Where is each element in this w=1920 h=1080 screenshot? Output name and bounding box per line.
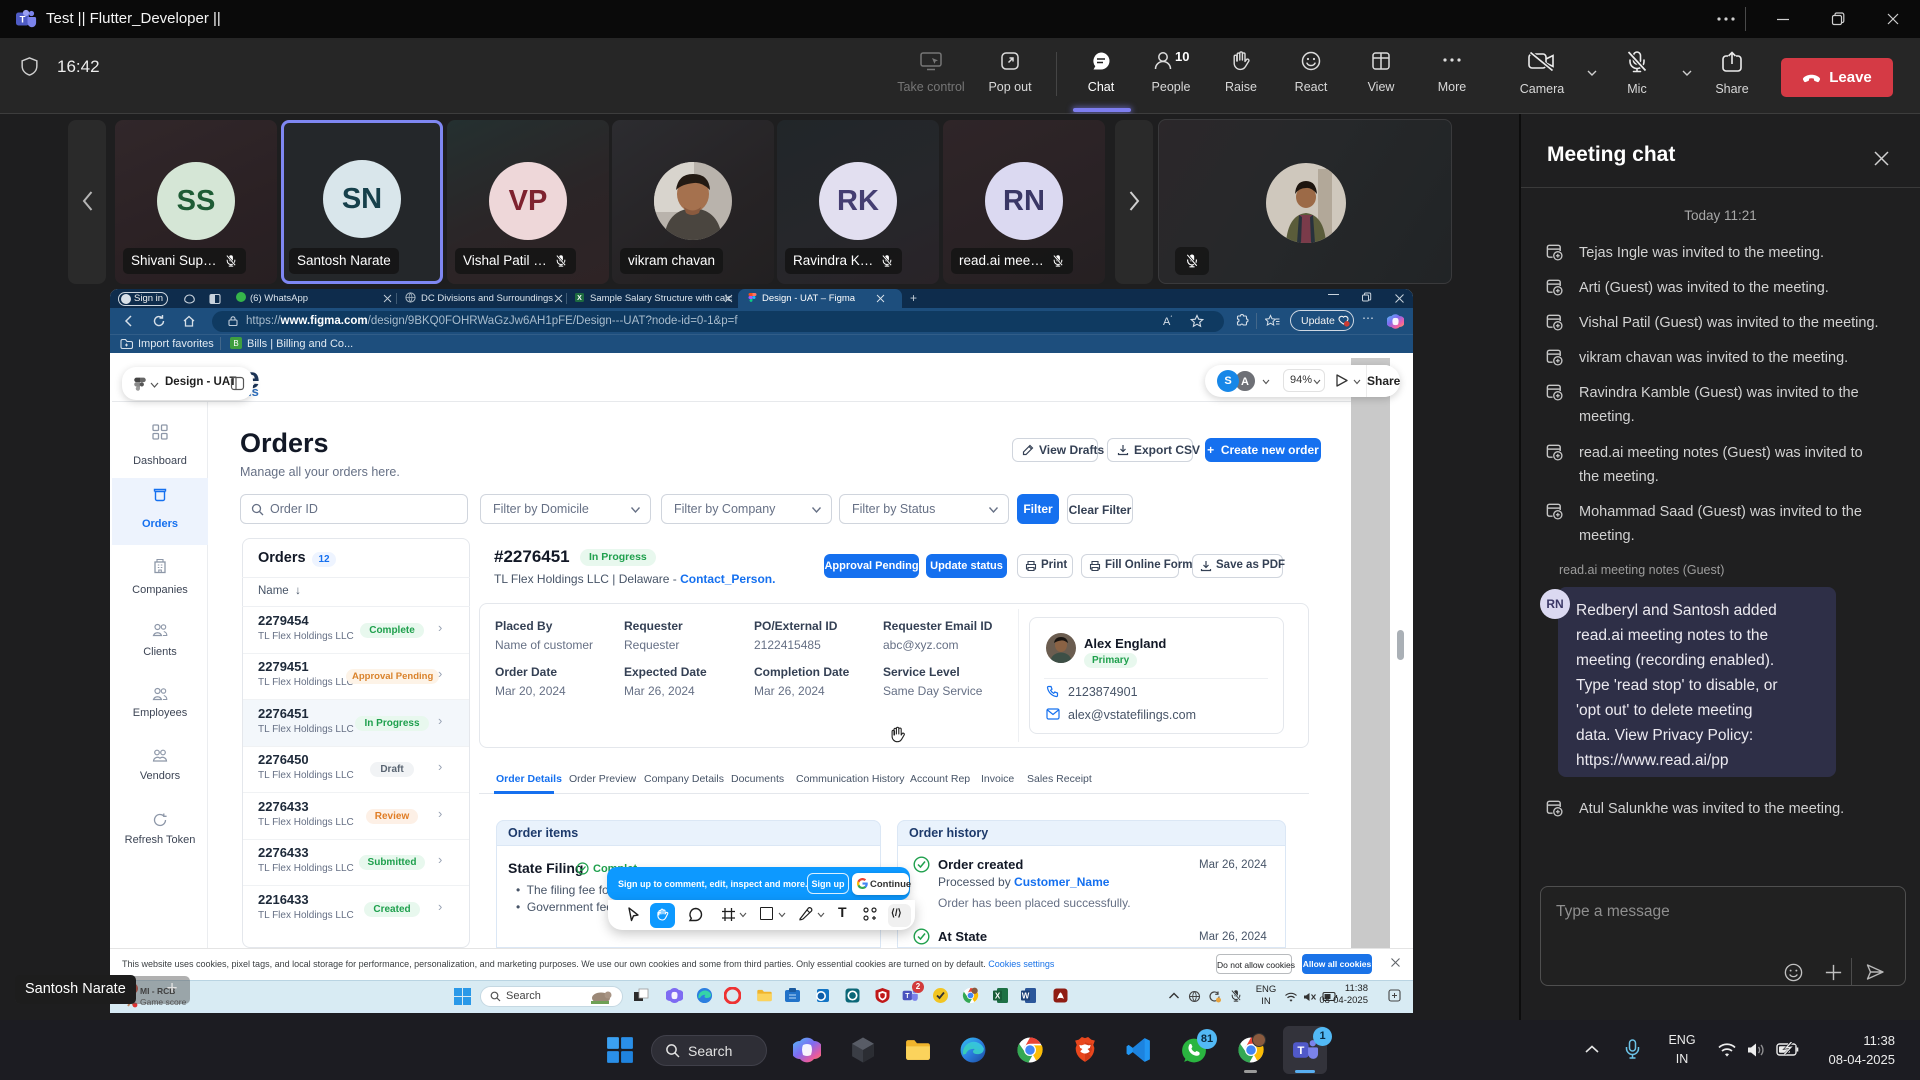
svg-text:T: T: [1297, 1045, 1304, 1057]
